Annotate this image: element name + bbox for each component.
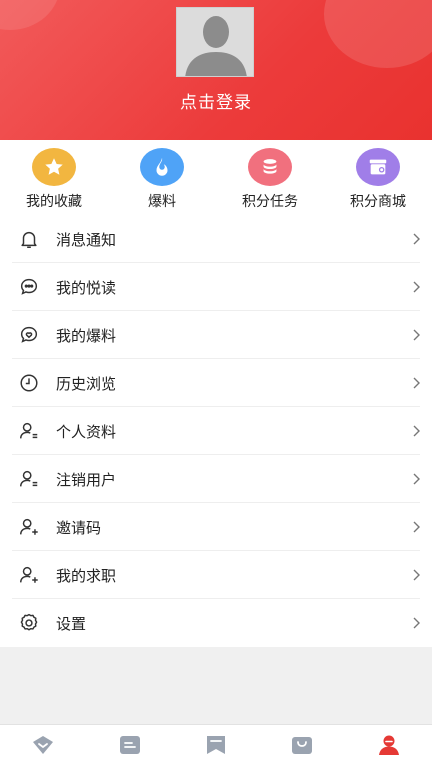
gear-icon <box>0 612 56 634</box>
bookmark-icon <box>205 734 227 760</box>
menu-item-label: 我的悦读 <box>56 278 117 297</box>
chevron-right-icon <box>402 521 432 533</box>
menu-item-deactivate[interactable]: 注销用户 <box>0 455 432 503</box>
quick-entry-label: 积分任务 <box>242 194 298 210</box>
quick-entry-label: 爆料 <box>148 194 176 210</box>
star-icon <box>32 148 76 186</box>
tab-bookmark[interactable] <box>173 725 259 768</box>
menu-item-label: 邀请码 <box>56 518 102 537</box>
chevron-right-icon <box>402 425 432 437</box>
menu-item-invite-code[interactable]: 邀请码 <box>0 503 432 551</box>
chat-bubble-icon <box>0 276 56 298</box>
decor-bubble <box>0 0 60 30</box>
tab-shop[interactable] <box>259 725 345 768</box>
menu-item-label: 设置 <box>56 614 87 633</box>
menu-item-label: 注销用户 <box>56 470 117 489</box>
quick-entry-label: 积分商城 <box>350 194 406 210</box>
avatar[interactable] <box>176 7 254 77</box>
chevron-right-icon <box>402 329 432 341</box>
menu-item-label: 个人资料 <box>56 422 117 441</box>
tab-home[interactable] <box>0 725 86 768</box>
flame-icon <box>140 148 184 186</box>
user-plus-icon <box>0 516 56 538</box>
news-icon <box>119 734 141 760</box>
home-icon <box>31 734 55 760</box>
user-lines-icon <box>0 468 56 490</box>
profile-header: 点击登录 <box>0 0 432 140</box>
menu-item-label: 历史浏览 <box>56 374 117 393</box>
quick-entry-points-mall[interactable]: 积分商城 <box>324 140 432 215</box>
shop-icon <box>356 148 400 186</box>
menu-item-label: 我的爆料 <box>56 326 117 345</box>
quick-entry-tipoff[interactable]: 爆料 <box>108 140 216 215</box>
shop-bag-icon <box>291 734 313 760</box>
menu-item-label: 我的求职 <box>56 566 117 585</box>
menu-item-my-tipoffs[interactable]: 我的爆料 <box>0 311 432 359</box>
tab-profile[interactable] <box>346 725 432 768</box>
chevron-right-icon <box>402 377 432 389</box>
chevron-right-icon <box>402 281 432 293</box>
clock-icon <box>0 372 56 394</box>
bell-icon <box>0 228 56 250</box>
coins-icon <box>248 148 292 186</box>
profile-icon <box>378 734 400 760</box>
decor-bubble <box>324 0 432 68</box>
menu-item-settings[interactable]: 设置 <box>0 599 432 647</box>
menu-item-history[interactable]: 历史浏览 <box>0 359 432 407</box>
login-button[interactable]: 点击登录 <box>0 88 432 113</box>
chevron-right-icon <box>402 617 432 629</box>
quick-entry-label: 我的收藏 <box>26 194 82 210</box>
user-plus-icon <box>0 564 56 586</box>
heart-bubble-icon <box>0 324 56 346</box>
chevron-right-icon <box>402 473 432 485</box>
quick-entry-points-tasks[interactable]: 积分任务 <box>216 140 324 215</box>
quick-entries: 我的收藏 爆料 积分任务 积分商城 <box>0 140 432 215</box>
user-lines-icon <box>0 420 56 442</box>
menu-item-label: 消息通知 <box>56 230 117 249</box>
menu-item-profile[interactable]: 个人资料 <box>0 407 432 455</box>
quick-entry-favorites[interactable]: 我的收藏 <box>0 140 108 215</box>
chevron-right-icon <box>402 233 432 245</box>
menu-item-my-jobs[interactable]: 我的求职 <box>0 551 432 599</box>
chevron-right-icon <box>402 569 432 581</box>
tab-news[interactable] <box>86 725 172 768</box>
settings-menu: 消息通知 我的悦读 我的爆料 历史浏览 个人资料 注销用户 邀请码 我的求职 设… <box>0 215 432 647</box>
menu-item-notifications[interactable]: 消息通知 <box>0 215 432 263</box>
bottom-tab-bar <box>0 724 432 768</box>
menu-item-my-reading[interactable]: 我的悦读 <box>0 263 432 311</box>
